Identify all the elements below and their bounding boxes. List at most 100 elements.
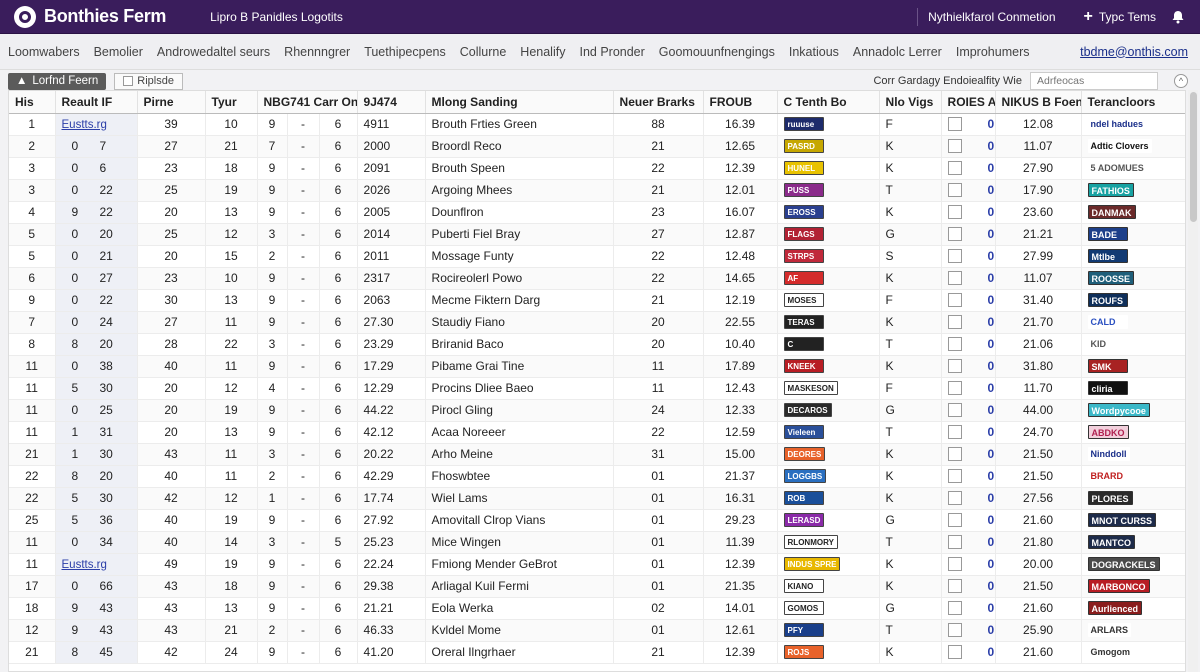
table-row[interactable]: 25 5 36 40 19 9-6 27.92 Amovitall Clrop Vians 01… (9, 509, 1185, 532)
row-checkbox[interactable] (947, 381, 962, 396)
row-checkbox[interactable] (947, 447, 962, 462)
table-row[interactable]: 22 8 20 40 11 2-6 42.29 Fhoswbtee 01 21.37 LOGGBS K… (9, 465, 1185, 488)
menu-item[interactable]: Bemolier (94, 45, 143, 59)
row-checkbox[interactable] (947, 601, 962, 616)
menu-item[interactable]: Inkatious (789, 45, 839, 59)
row-checkbox[interactable] (947, 271, 962, 286)
row-checkbox[interactable] (947, 139, 962, 154)
menu-item[interactable]: Collurne (460, 45, 507, 59)
column-header[interactable]: Nlo Vigs (879, 91, 942, 114)
chip-checkbox[interactable] (123, 76, 134, 86)
menu-email-link[interactable]: tbdme@onthis.com (1080, 45, 1188, 59)
table-row[interactable]: 8 8 20 28 22 3-6 23.29 Briranid Baco 20 10.40 C T 0 2… (9, 333, 1185, 356)
column-header[interactable]: FROUB (703, 91, 778, 114)
row-checkbox[interactable] (947, 183, 962, 198)
column-header[interactable]: Reault IF (55, 91, 138, 114)
menu-item[interactable]: Androwedaltel seurs (157, 45, 270, 59)
table-row[interactable]: 22 5 30 42 12 1-6 17.74 Wiel Lams 01 16.31 ROB K 0 27… (9, 487, 1185, 510)
table-row[interactable]: 21 8 45 42 24 9-6 41.20 Oreral Ilngrhaer 21 12.39… (9, 641, 1185, 664)
row-checkbox[interactable] (947, 227, 962, 242)
app-logo-icon[interactable] (14, 5, 36, 28)
table-row[interactable]: 5 0 21 20 15 2-6 2011 Mossage Funty 22 12.48 STRPS… (9, 245, 1185, 268)
record-b: 31 (99, 425, 113, 439)
row-checkbox[interactable] (947, 293, 962, 308)
cell-record: 0 27 (55, 267, 138, 290)
row-checkbox[interactable] (947, 403, 962, 418)
table-row[interactable]: 9 0 22 30 13 9-6 2063 Mecme Fiktern Darg 21 12.19… (9, 289, 1185, 312)
menu-item[interactable]: Tuethipecpens (364, 45, 446, 59)
row-checkbox[interactable] (947, 645, 962, 660)
cell-record: 0 24 (55, 311, 138, 334)
row-checkbox[interactable] (947, 117, 962, 132)
column-header[interactable]: 9J474 (357, 91, 426, 114)
table-row[interactable]: 11 5 30 20 12 4-6 12.29 Procins Dliee Baeo 11 12.… (9, 377, 1185, 400)
table-row[interactable]: 4 9 22 20 13 9-6 2005 Dounflron 23 16.07 EROSS K 0 23… (9, 201, 1185, 224)
menu-item[interactable]: Rhennngrer (284, 45, 350, 59)
table-row[interactable]: 12 9 43 43 21 2-6 46.33 Kvldel Mome 01 12.61 PFY T 0… (9, 619, 1185, 642)
cell-9j474: 4911 (357, 113, 426, 136)
menu-item[interactable]: Improhumers (956, 45, 1030, 59)
table-row[interactable]: 11 0 34 40 14 3-5 25.23 Mice Wingen 01 11.39 RLONM… (9, 531, 1185, 554)
zoom-icon[interactable]: ^ (1174, 74, 1188, 88)
row-checkbox[interactable] (947, 161, 962, 176)
secondary-filter-chip[interactable]: Riplsde (114, 72, 183, 90)
table-row[interactable]: 11 Eustts.rg 49 19 9-6 22.24 Fmiong Mender GeB… (9, 553, 1185, 576)
row-checkbox[interactable] (947, 337, 962, 352)
active-filter-chip[interactable]: ▲ Lorfnd Feern (8, 72, 107, 90)
column-header[interactable]: Terancloors (1081, 91, 1185, 114)
table-row[interactable]: 11 0 25 20 19 9-6 44.22 Pirocl Gling 24 12.33 DECA… (9, 399, 1185, 422)
menu-item[interactable]: Ind Pronder (579, 45, 644, 59)
column-header[interactable]: NIKUS B Foen (995, 91, 1082, 114)
row-checkbox[interactable] (947, 205, 962, 220)
connection-label[interactable]: Nythielkfarol Conmetion (917, 7, 1069, 26)
menu-item[interactable]: Henalify (520, 45, 565, 59)
table-row[interactable]: 17 0 66 43 18 9-6 29.38 Arliagal Kuil Fermi 01 21… (9, 575, 1185, 598)
column-header[interactable]: Pirne (137, 91, 206, 114)
scrollbar-thumb[interactable] (1190, 92, 1197, 222)
row-checkbox[interactable] (947, 315, 962, 330)
table-row[interactable]: 11 1 31 20 13 9-6 42.12 Acaa Noreeer 22 12.59 Viel… (9, 421, 1185, 444)
filter-input[interactable] (1030, 72, 1158, 90)
cell-record[interactable]: Eustts.rg (55, 113, 138, 136)
row-checkbox[interactable] (947, 557, 962, 572)
table-row[interactable]: 2 0 7 27 21 7-6 2000 Broordl Reco 21 12.65 PASRD K 0… (9, 135, 1185, 158)
cell-record[interactable]: Eustts.rg (55, 553, 138, 576)
column-header[interactable]: Mlong Sanding (425, 91, 614, 114)
row-checkbox[interactable] (947, 513, 962, 528)
row-checkbox[interactable] (947, 491, 962, 506)
cell-carr-2: - (287, 201, 320, 224)
table-row[interactable]: 21 1 30 43 11 3-6 20.22 Arho Meine 31 15.00 DEORES… (9, 443, 1185, 466)
row-checkbox[interactable] (947, 425, 962, 440)
table-row[interactable]: 1 Eustts.rg 39 10 9-6 4911 Brouth Frties Green… (9, 113, 1185, 136)
menu-item[interactable]: Goomouunfnengings (659, 45, 775, 59)
cell-his: 7 (9, 311, 56, 334)
menu-item[interactable]: Loomwabers (8, 45, 80, 59)
table-row[interactable]: 3 0 6 23 18 9-6 2091 Brouth Speen 22 12.39 HUNEL K 0… (9, 157, 1185, 180)
table-row[interactable]: 7 0 24 27 11 9-6 27.30 Staudiy Fiano 20 22.55 TERA… (9, 311, 1185, 334)
cell-pirne: 40 (137, 531, 206, 554)
column-header[interactable]: Neuer Brarks (613, 91, 704, 114)
row-checkbox[interactable] (947, 249, 962, 264)
table-row[interactable]: 5 0 20 25 12 3-6 2014 Puberti Fiel Bray 27 12.87 F… (9, 223, 1185, 246)
row-checkbox[interactable] (947, 359, 962, 374)
column-header[interactable]: His (9, 91, 56, 114)
column-header[interactable]: NBG741 Carr On (257, 91, 358, 114)
roies-value: 0 (987, 358, 995, 373)
column-header[interactable]: Tyur (205, 91, 258, 114)
record-link[interactable]: Eustts.rg (62, 559, 107, 571)
bell-icon[interactable] (1170, 9, 1186, 25)
table-row[interactable]: 11 0 38 40 11 9-6 17.29 Pibame Grai Tine 11 17.89… (9, 355, 1185, 378)
row-checkbox[interactable] (947, 579, 962, 594)
column-header[interactable]: ROIES A (941, 91, 996, 114)
cell-carr-2: - (287, 179, 320, 202)
type-terms-button[interactable]: + Typc Tems (1070, 8, 1170, 26)
table-row[interactable]: 18 9 43 43 13 9-6 21.21 Eola Werka 02 14.01 GOMOS G… (9, 597, 1185, 620)
row-checkbox[interactable] (947, 469, 962, 484)
menu-item[interactable]: Annadolc Lerrer (853, 45, 942, 59)
row-checkbox[interactable] (947, 535, 962, 550)
table-row[interactable]: 6 0 27 23 10 9-6 2317 Rocireolerl Powo 22 14.65 AF… (9, 267, 1185, 290)
row-checkbox[interactable] (947, 623, 962, 638)
table-row[interactable]: 3 0 22 25 19 9-6 2026 Argoing Mhees 21 12.01 PUSS T… (9, 179, 1185, 202)
record-link[interactable]: Eustts.rg (62, 119, 107, 131)
column-header[interactable]: C Tenth Bo (777, 91, 880, 114)
